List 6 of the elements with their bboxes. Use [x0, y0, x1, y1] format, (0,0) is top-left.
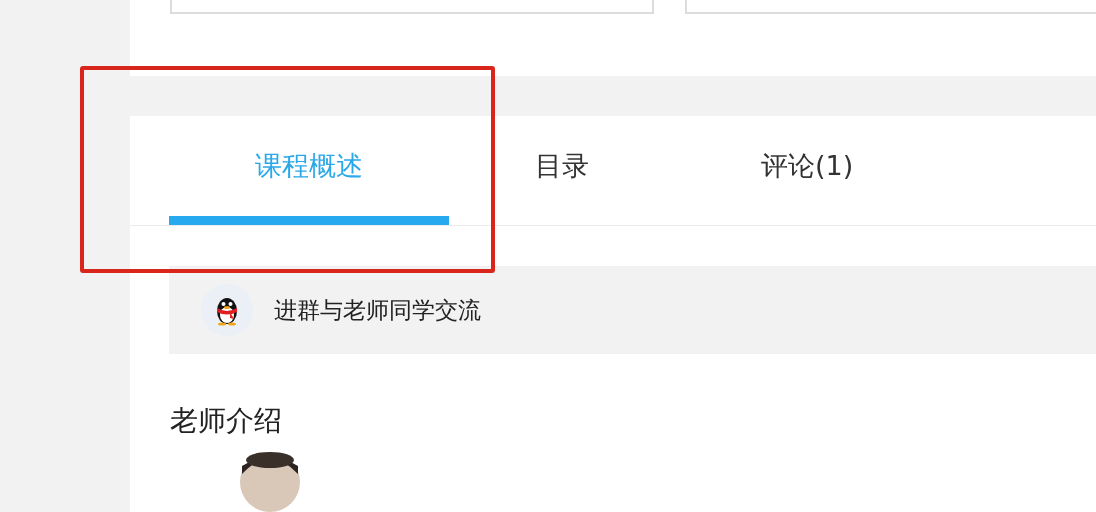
tab[interactable]: 目录	[449, 116, 675, 225]
tab[interactable]: 评论(1)	[675, 116, 940, 225]
section-title: 老师介绍	[170, 403, 283, 439]
group-banner[interactable]: 进群与老师同学交流	[169, 266, 1096, 354]
group-banner-text: 进群与老师同学交流	[274, 295, 481, 325]
penguin-icon	[201, 284, 253, 336]
